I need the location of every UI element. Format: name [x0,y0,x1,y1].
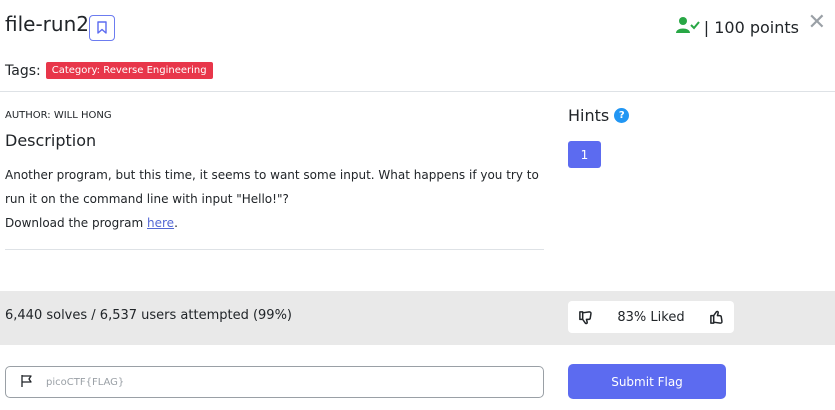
author-label: AUTHOR: WILL HONG [5,110,112,121]
description-divider [5,249,544,250]
thumbs-up-icon[interactable] [709,310,724,325]
category-tag[interactable]: Category: Reverse Engineering [45,62,213,79]
bookmark-icon [97,19,107,38]
solves-text: 6,440 solves / 6,537 users attempted (99… [5,308,292,323]
rating-box: 83% Liked [568,301,734,333]
bookmark-button[interactable] [89,15,115,41]
download-suffix: . [174,216,178,230]
tags-label: Tags: [5,62,41,79]
points-display: | 100 points [675,16,799,38]
hints-heading: Hints ? [568,106,630,125]
download-link[interactable]: here [147,216,174,230]
challenge-title: file-run2 [5,12,89,36]
hint-button-1[interactable]: 1 [568,141,601,168]
description-heading: Description [5,131,97,150]
points-label: | 100 points [703,17,799,37]
flag-icon [20,373,34,392]
tags-row: Tags: Category: Reverse Engineering [5,62,213,79]
close-icon[interactable]: ✕ [808,12,826,34]
flag-input[interactable] [46,376,526,388]
liked-percentage: 83% Liked [617,309,685,325]
download-prefix: Download the program [5,216,148,230]
user-check-icon [675,16,700,38]
thumbs-down-icon[interactable] [578,310,593,325]
description-text: Another program, but this time, it seems… [5,168,539,206]
question-circle-icon[interactable]: ? [614,108,630,123]
download-line: Download the program here. [5,211,540,235]
description-body: Another program, but this time, it seems… [5,163,540,235]
stats-bar: 6,440 solves / 6,537 users attempted (99… [0,291,835,345]
flag-field[interactable] [5,366,544,398]
challenge-header: file-run2 | 100 points ✕ Tags: Category:… [0,0,835,92]
hints-title: Hints [568,106,610,125]
submit-flag-button[interactable]: Submit Flag [568,364,726,399]
